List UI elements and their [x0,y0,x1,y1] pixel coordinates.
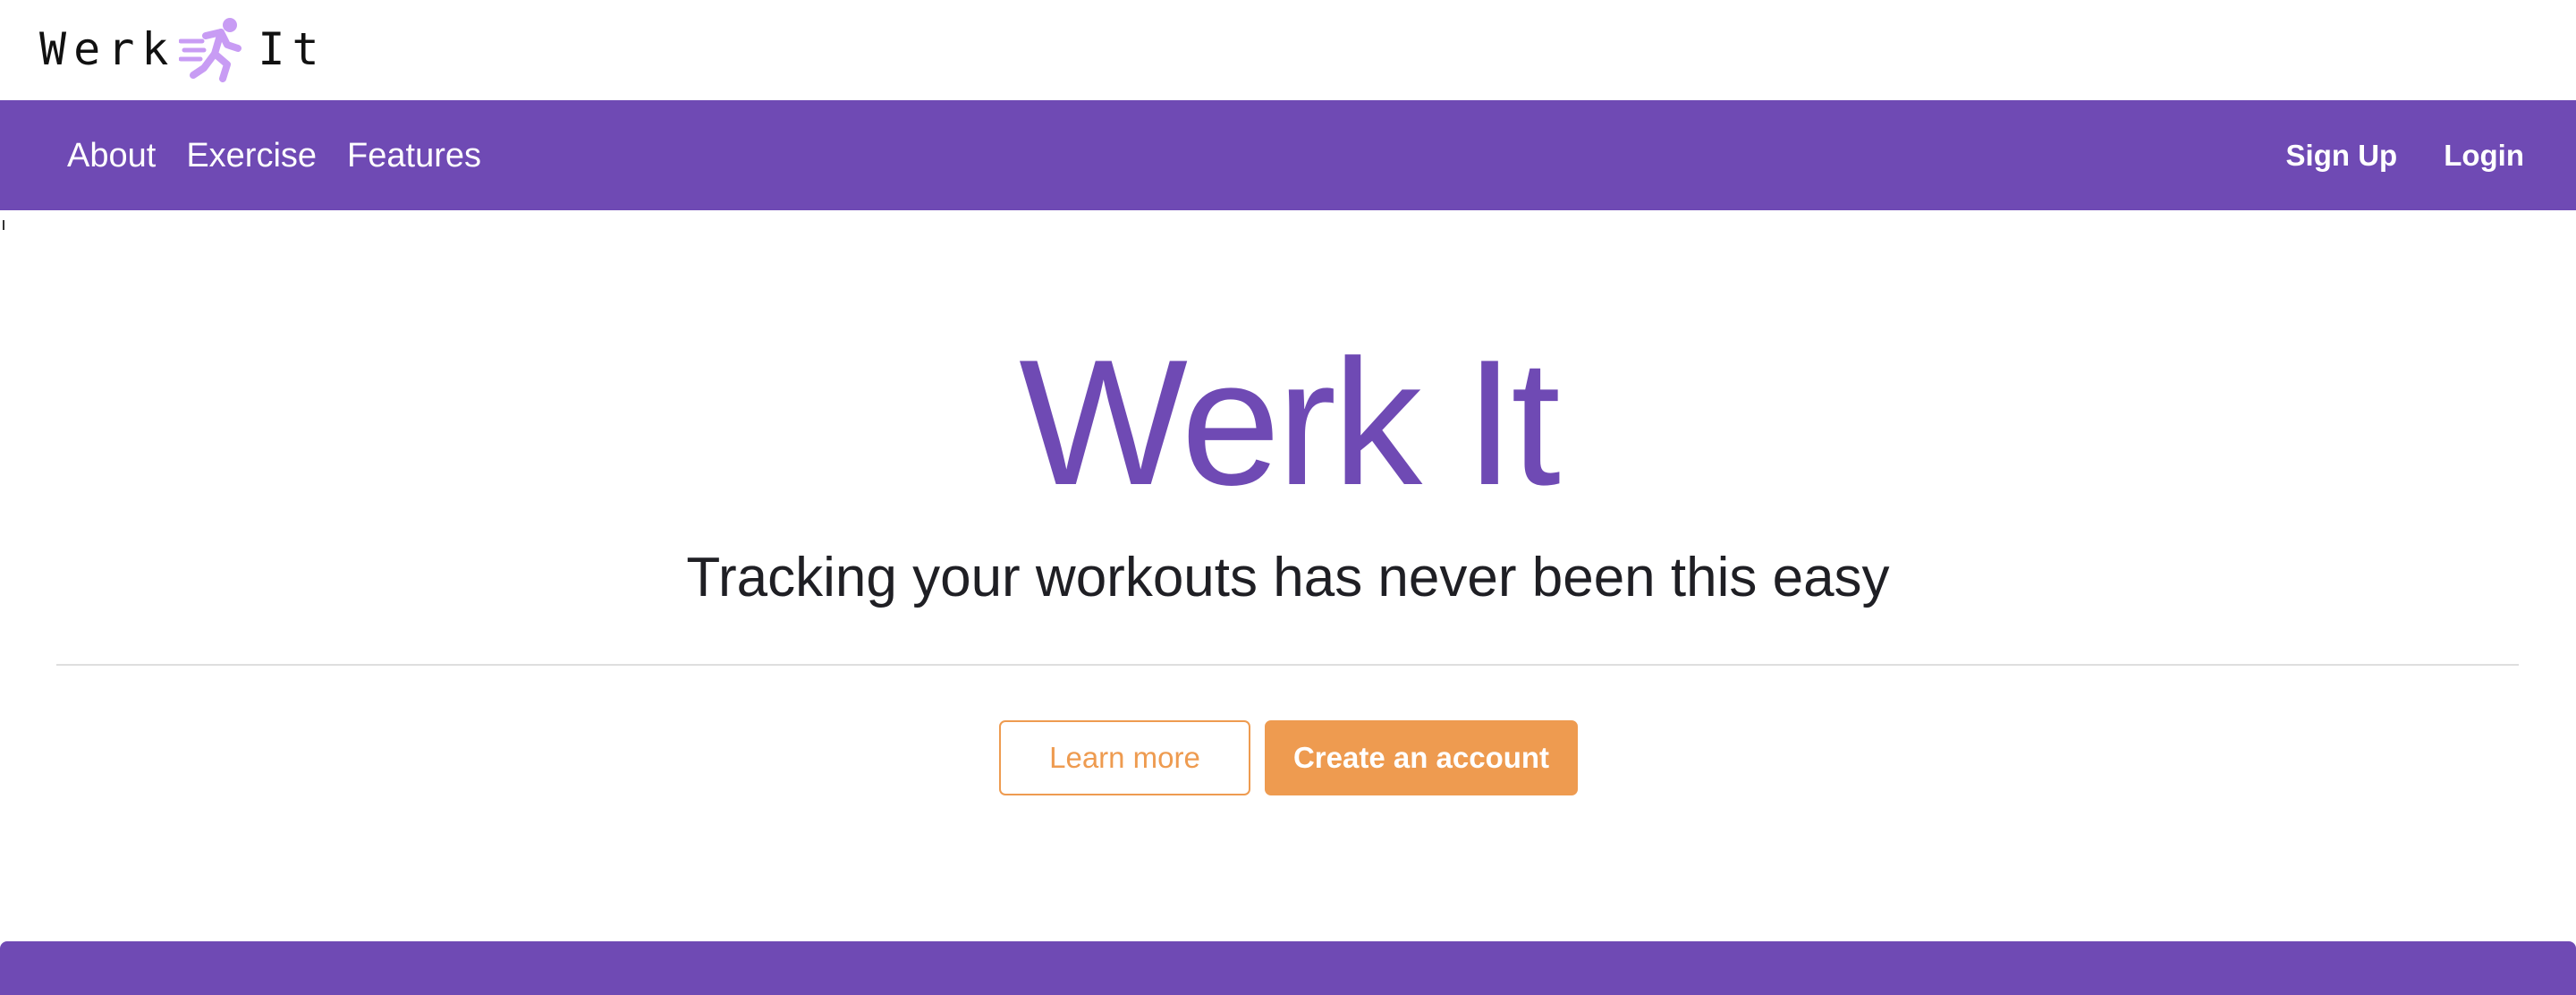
hero-title: Werk It [1019,323,1561,523]
footer-band [0,941,2576,995]
nav-link-features[interactable]: Features [347,139,481,173]
brand-word-right: It [258,23,326,75]
main-navbar: About Exercise Features Sign Up Login [0,100,2576,210]
brand-logo[interactable]: Werk It [39,14,326,84]
logo-bar: Werk It [0,0,2576,100]
nav-links: About Exercise Features [67,100,481,210]
create-account-button[interactable]: Create an account [1265,720,1578,795]
stray-mark [3,220,4,230]
signup-link[interactable]: Sign Up [2286,140,2398,170]
nav-link-exercise[interactable]: Exercise [186,139,317,173]
brand-word-left: Werk [39,23,176,75]
hero-actions: Learn more Create an account [999,720,1578,795]
login-link[interactable]: Login [2444,140,2524,170]
learn-more-button[interactable]: Learn more [999,720,1250,795]
hero-subtitle: Tracking your workouts has never been th… [686,547,1890,608]
nav-link-about[interactable]: About [67,139,156,173]
page: Werk It About Exercise Features Sign Up … [0,0,2576,995]
hero-divider [56,664,2519,666]
running-person-icon [179,18,242,82]
nav-auth-links: Sign Up Login [2286,100,2524,210]
